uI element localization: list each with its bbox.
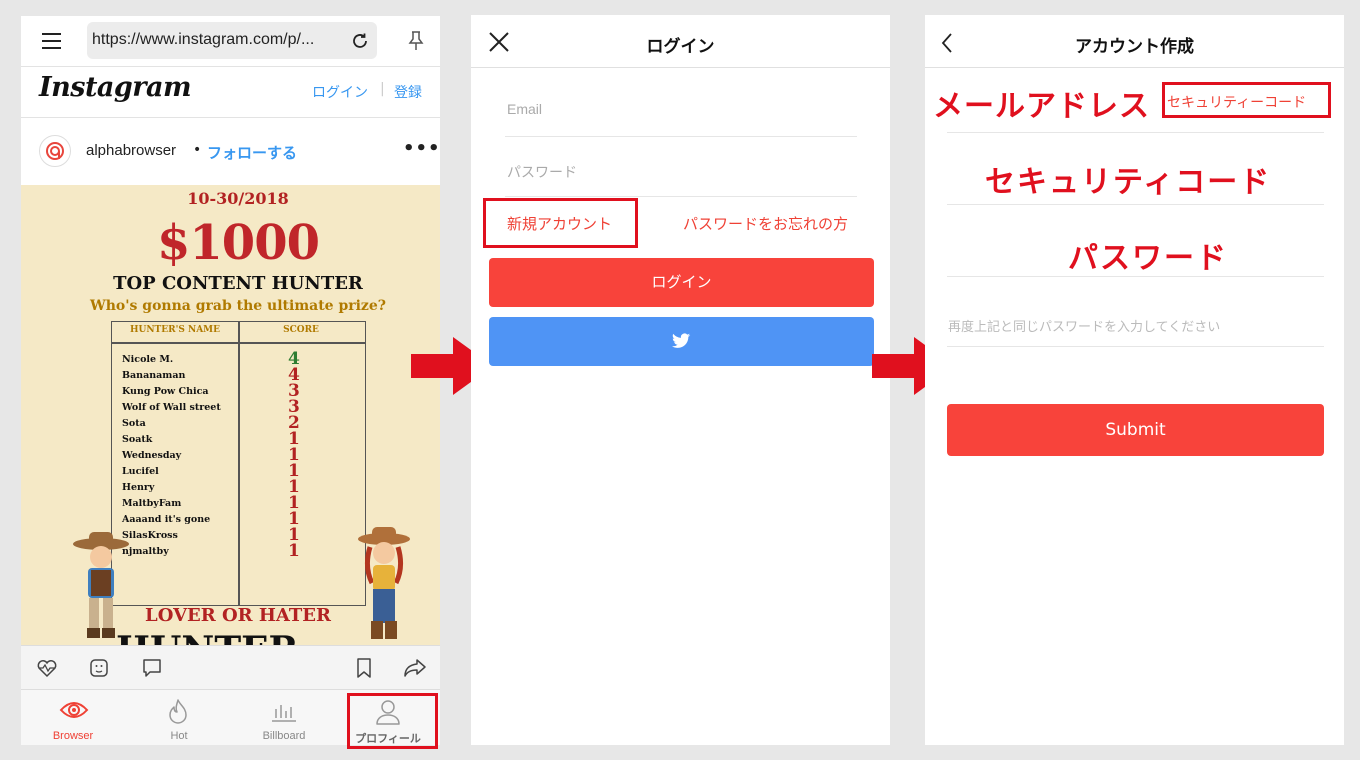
hunter-name: Wolf of Wall street [122, 402, 221, 413]
hunter-name: Henry [122, 482, 155, 493]
field-underline [505, 136, 857, 137]
post-image: 10-30/2018 $1000 TOP CONTENT HUNTER Who'… [21, 185, 440, 645]
more-options-icon[interactable]: ••• [403, 138, 440, 159]
divider [925, 67, 1344, 68]
browser-screen: https://www.instagram.com/p/... Instagra… [21, 16, 440, 745]
address-bar[interactable]: https://www.instagram.com/p/... [87, 22, 377, 59]
hunter-name: MaltbyFam [122, 498, 182, 509]
profile-tab-highlight [347, 693, 438, 749]
share-icon[interactable] [403, 658, 427, 678]
tab-hot[interactable]: Hot [127, 690, 231, 745]
new-account-highlight [483, 198, 638, 248]
hunter-name: Sota [122, 418, 146, 429]
url-text: https://www.instagram.com/p/... [92, 31, 315, 48]
hunter-name: Aaaand it's gone [122, 514, 211, 525]
hunter-score: 1 [288, 541, 300, 561]
alphabrowser-logo-icon [46, 142, 64, 160]
follow-button[interactable]: フォローする [207, 142, 297, 163]
score-table: HUNTER'S NAME SCORE Nicole M. 4 Bananaman 4… [111, 321, 366, 606]
page-title: ログイン [646, 37, 715, 57]
confirm-password-field[interactable]: 再度上記と同じパスワードを入力してください [948, 316, 1220, 335]
hunter-name: Soatk [122, 434, 153, 445]
emoji-icon[interactable] [88, 657, 110, 679]
field-underline [505, 196, 857, 197]
column-header-name: HUNTER'S NAME [129, 325, 221, 335]
eye-icon [59, 702, 89, 718]
comment-icon[interactable] [141, 657, 163, 679]
tab-label: Hot [170, 730, 188, 742]
hunter-name: Wednesday [122, 450, 182, 461]
hunter-name: Bananaman [122, 370, 186, 381]
bar-chart-icon [272, 705, 296, 722]
bookmark-icon[interactable] [355, 657, 373, 679]
link-divider: | [380, 81, 385, 97]
email-field[interactable]: Email [507, 101, 542, 117]
hunter-name: Nicole M. [122, 354, 174, 365]
twitter-icon [672, 333, 691, 348]
forgot-password-link[interactable]: パスワードをお忘れの方 [683, 213, 848, 234]
poster-footer-2: HUNTER [116, 629, 298, 645]
password-annotation[interactable]: パスワード [1068, 233, 1228, 277]
field-underline [947, 204, 1324, 205]
signup-screen: アカウント作成 メールアドレス セキュリティーコード セキュリティコード パスワ… [925, 15, 1344, 745]
poster-date: 10-30/2018 [187, 189, 289, 208]
avatar[interactable] [39, 135, 71, 167]
post-username[interactable]: alphabrowser [86, 142, 176, 159]
divider [21, 117, 440, 118]
flame-icon [169, 699, 187, 724]
divider [21, 66, 440, 67]
poster-subheadline: Who's gonna grab the ultimate prize? [90, 298, 386, 314]
hunter-name: Lucifel [122, 466, 159, 477]
menu-icon[interactable] [42, 33, 61, 49]
password-field[interactable]: パスワード [507, 162, 577, 182]
login-link[interactable]: ログイン [312, 82, 368, 102]
login-screen: ログイン Email パスワード 新規アカウント パスワードをお忘れの方 ログイ… [471, 15, 890, 745]
field-underline [947, 276, 1324, 277]
submit-button[interactable]: Submit [947, 404, 1324, 456]
signup-link[interactable]: 登録 [394, 82, 422, 102]
column-header-score: SCORE [283, 325, 319, 335]
dot-separator: • [193, 142, 202, 158]
hunter-name: Kung Pow Chica [122, 386, 209, 397]
email-field-annotation[interactable]: メールアドレス [933, 81, 1150, 125]
browser-toolbar: https://www.instagram.com/p/... [21, 16, 440, 66]
security-code-annotation[interactable]: セキュリティコード [985, 157, 1271, 201]
poster-headline: TOP CONTENT HUNTER [113, 273, 363, 294]
login-button[interactable]: ログイン [489, 258, 874, 307]
field-underline [947, 132, 1324, 133]
tab-billboard[interactable]: Billboard [232, 690, 336, 745]
field-underline [947, 346, 1324, 347]
security-code-highlight [1162, 82, 1331, 118]
instagram-logo: Instagram [39, 72, 192, 103]
divider [471, 67, 890, 68]
pin-icon[interactable] [407, 30, 425, 52]
tab-browser[interactable]: Browser [21, 690, 125, 745]
heart-pulse-icon[interactable] [36, 658, 58, 678]
reload-icon[interactable] [350, 31, 370, 51]
post-action-bar [21, 645, 440, 689]
tab-label: Billboard [262, 730, 306, 742]
page-title: アカウント作成 [1075, 37, 1194, 57]
twitter-login-button[interactable] [489, 317, 874, 366]
poster-prize: $1000 [157, 215, 320, 271]
poster-footer: LOVER OR HATER [145, 605, 331, 626]
tab-label: Browser [52, 730, 94, 742]
